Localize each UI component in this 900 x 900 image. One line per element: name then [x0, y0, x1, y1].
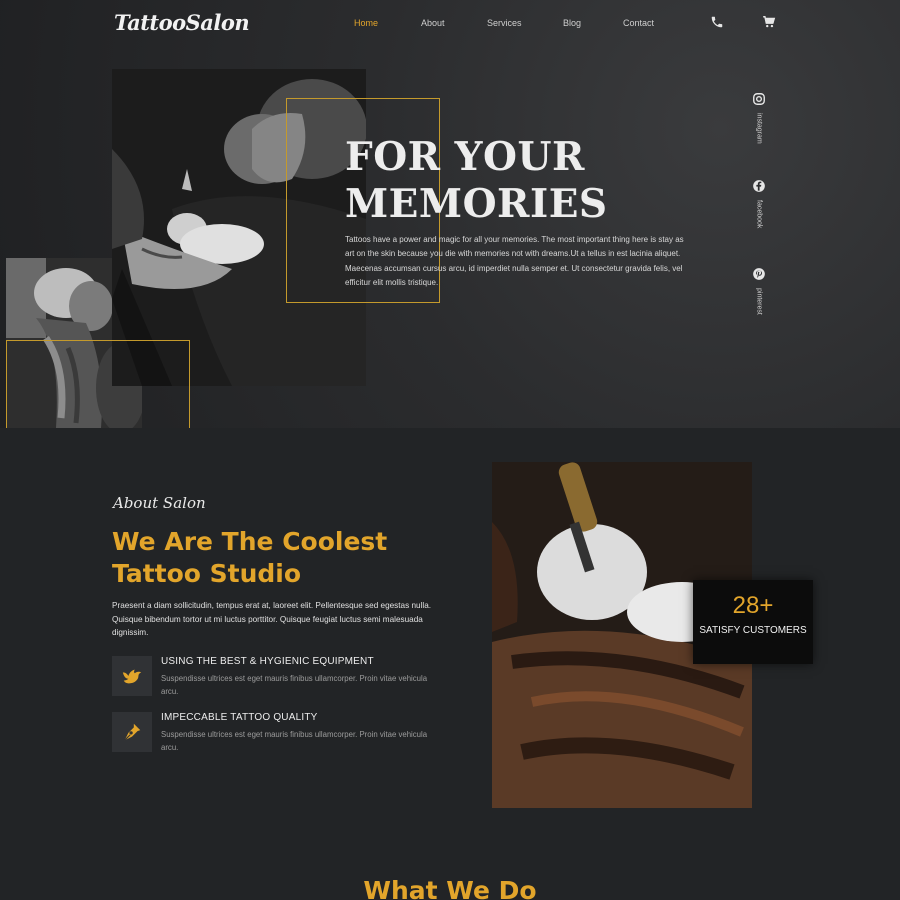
social-instagram[interactable]: instagram: [748, 91, 770, 144]
social-facebook[interactable]: facebook: [748, 178, 770, 228]
about-title: We Are The Coolest Tattoo Studio: [112, 527, 388, 588]
feature-title: IMPECCABLE TATTOO QUALITY: [161, 712, 318, 723]
hero-title-line1: FOR YOUR: [345, 134, 585, 180]
about-section: About Salon We Are The Coolest Tattoo St…: [0, 428, 900, 900]
instagram-icon: [752, 91, 766, 105]
social-label-facebook: facebook: [755, 200, 763, 229]
bird-icon: [112, 656, 152, 696]
gold-frame-decor-small: [6, 340, 190, 428]
social-pinterest[interactable]: pinterest: [748, 266, 770, 315]
feature-hygienic-equipment: USING THE BEST & HYGIENIC EQUIPMENT Susp…: [112, 656, 442, 698]
hero-title-line2: MEMORIES: [345, 181, 608, 227]
feature-title: USING THE BEST & HYGIENIC EQUIPMENT: [161, 656, 374, 667]
stat-customers-card: 28+ SATISFY CUSTOMERS: [693, 580, 813, 664]
nav-home[interactable]: Home: [354, 18, 378, 28]
nav-contact[interactable]: Contact: [623, 18, 654, 28]
facebook-icon: [752, 178, 766, 192]
social-label-instagram: instagram: [755, 113, 763, 144]
cart-icon[interactable]: [762, 14, 776, 28]
nav-services[interactable]: Services: [487, 18, 522, 28]
nav-about[interactable]: About: [421, 18, 445, 28]
stat-number: 28+: [732, 592, 774, 619]
about-eyebrow: About Salon: [113, 494, 206, 512]
stat-label: SATISFY CUSTOMERS: [699, 625, 807, 636]
pinterest-icon: [752, 266, 766, 280]
about-description: Praesent a diam sollicitudin, tempus era…: [112, 601, 432, 637]
phone-icon[interactable]: [710, 14, 724, 28]
nav-blog[interactable]: Blog: [563, 18, 581, 28]
hero-description: Tattoos have a power and magic for all y…: [345, 235, 684, 287]
hero-title: FOR YOUR MEMORIES: [345, 134, 608, 228]
social-label-pinterest: pinterest: [755, 288, 763, 315]
hero-section: TattooSalon Home About Services Blog Con…: [0, 0, 900, 428]
feature-text: Suspendisse ultrices est eget mauris fin…: [161, 674, 428, 696]
feature-text: Suspendisse ultrices est eget mauris fin…: [161, 730, 428, 752]
what-we-do-title: What We Do: [363, 876, 537, 900]
pen-nib-icon: [112, 712, 152, 752]
feature-tattoo-quality: IMPECCABLE TATTOO QUALITY Suspendisse ul…: [112, 712, 442, 754]
